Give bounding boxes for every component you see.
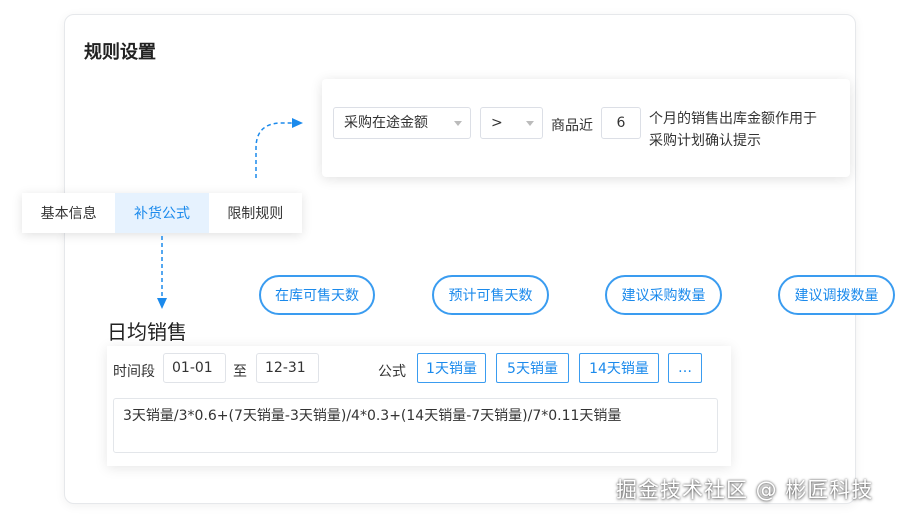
watermark-text: 掘金技术社区 @ 彬匠科技 — [616, 478, 874, 502]
end-date-input[interactable]: 12-31 — [256, 353, 319, 383]
more-vars-button[interactable]: … — [668, 353, 702, 383]
connector-line-to-rule — [255, 122, 292, 178]
to-label: 至 — [233, 364, 247, 380]
pill-forecast-days[interactable]: 预计可售天数 — [432, 275, 549, 315]
formula-expression-input[interactable]: 3天销量/3*0.6+(7天销量-3天销量)/4*0.3+(14天销量-7天销量… — [113, 398, 718, 453]
section-title: 日均销售 — [107, 320, 187, 344]
arrow-right-icon — [292, 118, 303, 128]
pill-suggested-purchase[interactable]: 建议采购数量 — [605, 275, 722, 315]
pill-in-stock-days[interactable]: 在库可售天数 — [259, 275, 375, 315]
start-date-input[interactable]: 01-01 — [163, 353, 226, 383]
period-label: 时间段 — [113, 364, 155, 380]
arrow-down-icon — [157, 298, 167, 309]
formula-label: 公式 — [378, 364, 406, 380]
var-5day-sales-button[interactable]: 5天销量 — [496, 353, 569, 383]
var-14day-sales-button[interactable]: 14天销量 — [579, 353, 659, 383]
var-1day-sales-button[interactable]: 1天销量 — [417, 353, 486, 383]
pill-suggested-transfer[interactable]: 建议调拨数量 — [778, 275, 895, 315]
